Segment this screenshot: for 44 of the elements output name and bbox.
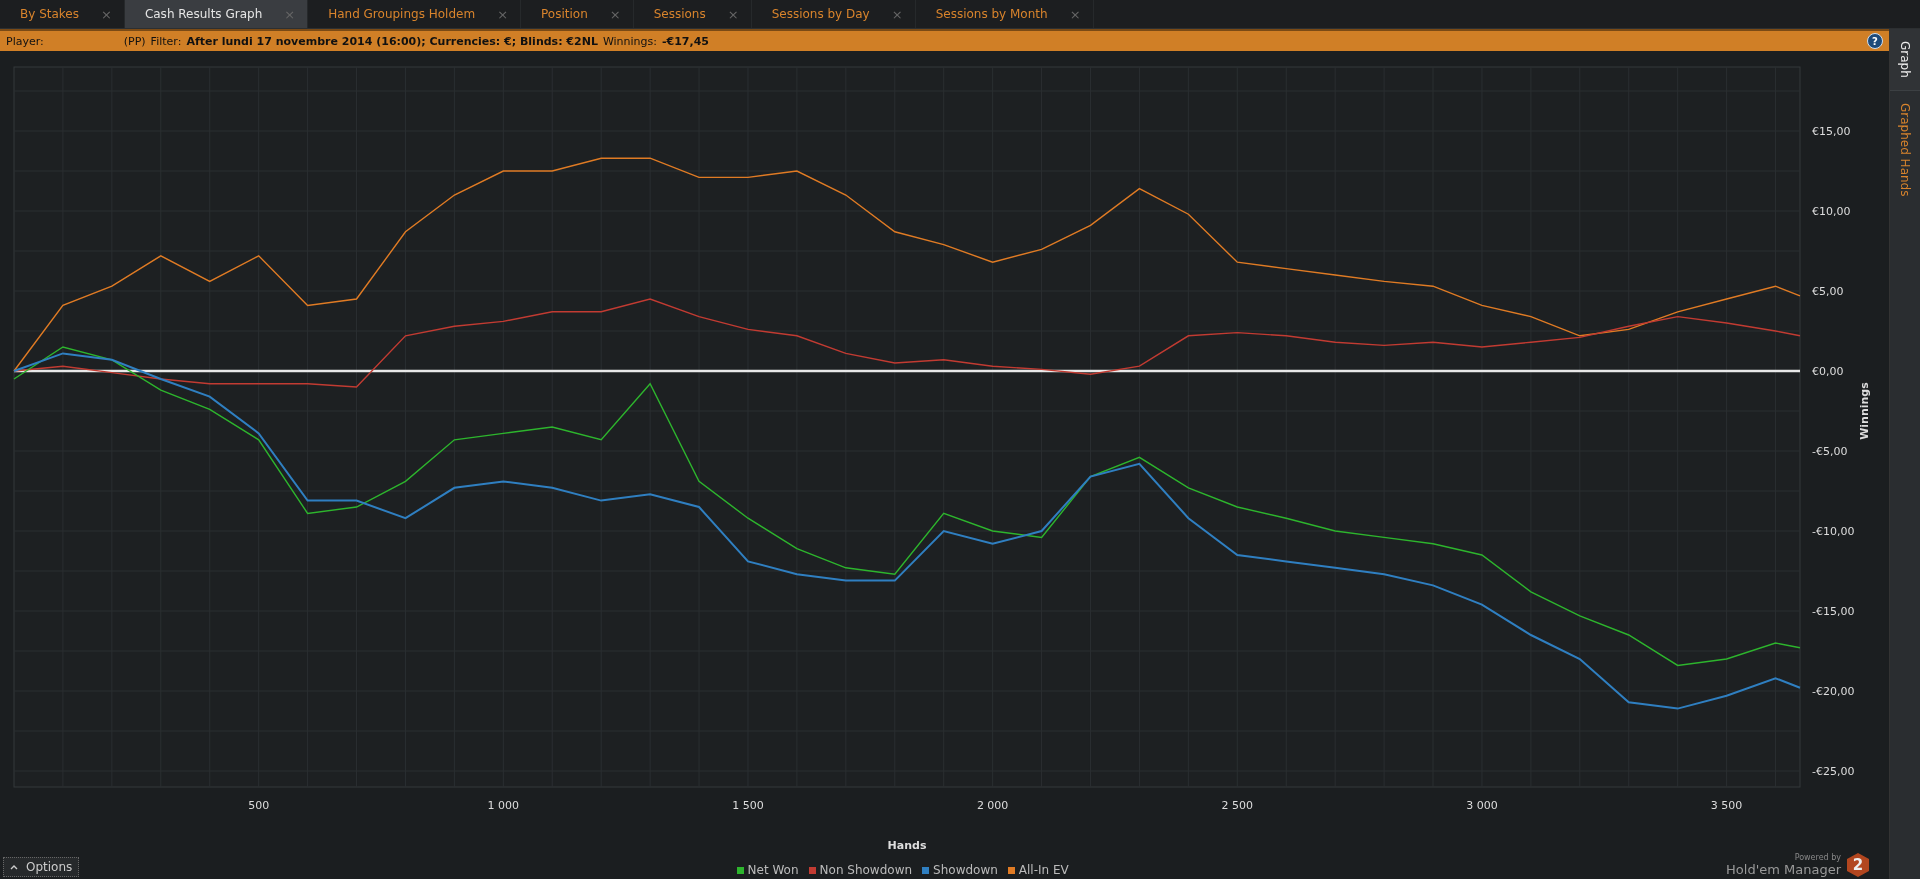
tab[interactable]: Sessions by Month ×	[915, 0, 1094, 28]
side-tab[interactable]: Graph	[1890, 29, 1920, 91]
filter-label: Filter:	[150, 34, 182, 48]
x-tick-label: 1 500	[732, 799, 764, 812]
tab[interactable]: Hand Groupings Holdem ×	[308, 0, 522, 28]
legend-label: Non Showdown	[819, 863, 913, 877]
winnings-label: Winnings:	[602, 34, 657, 48]
powered-by-text: Powered by	[1794, 853, 1841, 862]
y-tick-label: €5,00	[1812, 285, 1844, 298]
player-label: Player:	[6, 34, 44, 48]
x-tick-label: 1 000	[487, 799, 520, 812]
close-icon[interactable]: ×	[101, 6, 112, 22]
x-tick-label: 3 000	[1466, 799, 1498, 812]
y-tick-label: -€15,00	[1812, 605, 1855, 618]
x-tick-label: 3 500	[1710, 799, 1743, 812]
tab[interactable]: By Stakes ×	[0, 0, 125, 28]
y-tick-label: -€5,00	[1812, 445, 1848, 458]
help-icon[interactable]: ?	[1867, 33, 1883, 49]
tab[interactable]: Position ×	[521, 0, 634, 28]
x-tick-label: 2 000	[976, 799, 1009, 812]
x-tick-label: 2 500	[1221, 799, 1254, 812]
y-tick-label: -€10,00	[1812, 525, 1855, 538]
y-tick-label: €15,00	[1812, 125, 1851, 138]
y-axis-title: Winnings	[1858, 382, 1871, 440]
legend-label: Net Won	[747, 863, 799, 877]
filter-value: After lundi 17 novembre 2014 (16:00); Currencies: €; Blinds: €2NL	[186, 34, 598, 48]
brand-logo: 2	[1847, 853, 1869, 877]
player-suffix: (PP)	[123, 34, 146, 48]
side-tab[interactable]: Graphed Hands	[1890, 90, 1920, 209]
tab[interactable]: Sessions ×	[633, 0, 752, 28]
x-tick-label: 500	[248, 799, 270, 812]
tab[interactable]: Cash Results Graph ×	[124, 0, 309, 28]
y-tick-label: €0,00	[1812, 365, 1844, 378]
close-icon[interactable]: ×	[497, 6, 509, 22]
brand-name: Hold'em Manager	[1726, 862, 1841, 877]
y-tick-label: -€20,00	[1812, 685, 1855, 698]
y-tick-label: €10,00	[1812, 205, 1851, 218]
y-tick-label: -€25,00	[1812, 765, 1855, 778]
x-axis-title: Hands	[887, 839, 927, 852]
winnings-value: -€17,45	[662, 34, 709, 48]
legend-label: All-In EV	[1018, 863, 1069, 877]
options-button[interactable]: Options	[3, 857, 80, 877]
legend-label: Showdown	[933, 863, 998, 877]
tab[interactable]: Sessions by Day ×	[751, 0, 916, 28]
